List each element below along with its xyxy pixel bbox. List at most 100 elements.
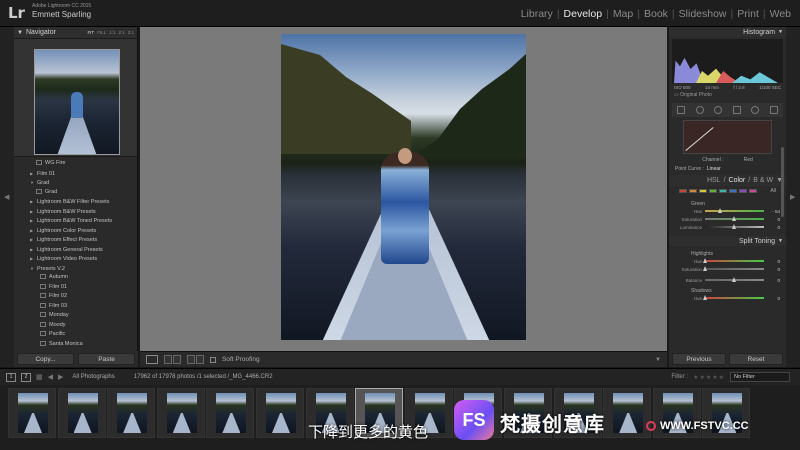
graduated-filter-icon[interactable] [732, 106, 741, 114]
preset-item[interactable]: Film 01 [14, 283, 137, 293]
paste-button[interactable]: Paste [78, 353, 135, 365]
slider-hue[interactable]: Hue 0 [675, 257, 780, 265]
tab-hsl[interactable]: HSL [707, 177, 721, 184]
filmstrip-thumbnail[interactable] [57, 388, 106, 438]
reset-button[interactable]: Reset [729, 353, 783, 365]
zoom-2-1[interactable]: 2:1 [118, 30, 124, 35]
zoom-3-1[interactable]: 3:1 [128, 30, 134, 35]
slider-value[interactable]: - 54 [764, 209, 780, 214]
preset-item[interactable]: Pacific [14, 330, 137, 340]
preset-item[interactable]: Santa Monica [14, 340, 137, 350]
filmstrip-thumbnail[interactable] [8, 388, 56, 438]
module-slideshow[interactable]: Slideshow [676, 8, 730, 20]
loupe-view-icon[interactable] [146, 355, 158, 364]
main-photo[interactable] [281, 34, 526, 340]
module-print[interactable]: Print [734, 8, 762, 20]
preset-folder[interactable]: ▶ Lightroom B&W Presets [14, 207, 137, 217]
histogram[interactable] [672, 39, 783, 83]
navigator-preview[interactable] [14, 39, 137, 157]
zoom-fit[interactable]: FIT [87, 30, 94, 35]
module-develop[interactable]: Develop [561, 8, 606, 20]
collapsed-triangle-icon[interactable]: ▶ [30, 197, 37, 207]
slider-thumb[interactable] [702, 266, 707, 271]
preset-item[interactable]: Film 02 [14, 292, 137, 302]
copy-settings-icon[interactable] [187, 355, 195, 364]
before-after-left-right-icon[interactable] [164, 355, 172, 364]
color-swatch[interactable] [729, 189, 737, 193]
slider-track[interactable] [702, 295, 764, 300]
color-swatch[interactable] [719, 189, 727, 193]
preset-folder[interactable]: ▼ Grad [14, 178, 137, 188]
photo-count[interactable]: 17962 of 17978 photos /1 selected /_MG_4… [134, 374, 273, 380]
color-swatch[interactable] [689, 189, 697, 193]
collapsed-triangle-icon[interactable]: ▶ [30, 235, 37, 245]
filmstrip-thumbnail[interactable] [206, 388, 255, 438]
zoom-fill[interactable]: FILL [97, 30, 106, 35]
slider-value[interactable]: 0 [764, 267, 780, 272]
slider-thumb[interactable] [732, 224, 736, 229]
right-panel-toggle[interactable]: ▶ [786, 27, 800, 367]
main-window-button[interactable]: 1 [6, 372, 16, 382]
split-toning-header[interactable]: Split Toning ▼ [669, 236, 786, 246]
color-swatch[interactable] [699, 189, 707, 193]
before-after-options-icon[interactable] [173, 355, 181, 364]
collapsed-triangle-icon[interactable]: ▶ [30, 254, 37, 264]
slider-track[interactable] [702, 258, 764, 263]
radial-filter-icon[interactable] [751, 106, 760, 114]
left-panel-toggle[interactable]: ◀ [0, 27, 14, 367]
slider-thumb[interactable] [732, 216, 736, 221]
preset-folder[interactable]: ▶ Lightroom B&W Toned Presets [14, 216, 137, 226]
crop-icon[interactable] [677, 106, 686, 114]
module-book[interactable]: Book [641, 8, 671, 20]
right-panel-scrollbar[interactable] [781, 147, 784, 217]
swap-settings-icon[interactable] [196, 355, 204, 364]
forward-arrow-icon[interactable]: ▶ [58, 373, 63, 381]
preset-item[interactable]: Monday [14, 311, 137, 321]
grid-icon[interactable]: ▦ [36, 373, 43, 381]
slider-saturation[interactable]: Saturation 0 [675, 215, 780, 223]
all-colors-button[interactable]: All [770, 188, 776, 194]
slider-value[interactable]: 0 [764, 225, 780, 230]
soft-proofing-checkbox[interactable] [210, 356, 216, 363]
slider-track[interactable] [705, 216, 764, 221]
module-web[interactable]: Web [767, 8, 794, 20]
collapsed-triangle-icon[interactable]: ▶ [30, 226, 37, 236]
color-swatch[interactable] [679, 189, 687, 193]
preset-folder[interactable]: ▶ Lightroom General Presets [14, 245, 137, 255]
slider-thumb[interactable] [702, 258, 707, 263]
expanded-triangle-icon[interactable]: ▼ [30, 264, 37, 274]
preset-folder[interactable]: ▶ Lightroom Video Presets [14, 254, 137, 264]
slider-track[interactable] [705, 224, 764, 229]
copy-button[interactable]: Copy... [17, 353, 74, 365]
slider-balance[interactable]: Balance 0 [675, 276, 780, 284]
back-arrow-icon[interactable]: ◀ [48, 373, 53, 381]
preset-folder[interactable]: ▶ Lightroom Color Presets [14, 226, 137, 236]
collapsed-triangle-icon[interactable]: ▶ [30, 245, 37, 255]
preset-item[interactable]: Moody [14, 321, 137, 331]
slider-hue[interactable]: Hue - 54 [675, 207, 780, 215]
slider-thumb[interactable] [702, 295, 707, 300]
preset-item[interactable]: Autumn [14, 273, 137, 283]
slider-value[interactable]: 0 [764, 278, 780, 283]
slider-value[interactable]: 0 [764, 217, 780, 222]
slider-hue[interactable]: Hue 0 [675, 294, 780, 302]
point-curve-select[interactable]: Linear [707, 166, 721, 172]
previous-button[interactable]: Previous [672, 353, 726, 365]
slider-value[interactable]: 0 [764, 259, 780, 264]
rating-filter[interactable]: ★★★★★ [693, 374, 725, 381]
filmstrip-thumbnail[interactable] [107, 388, 156, 438]
source-label[interactable]: All Photographs [72, 374, 114, 380]
red-eye-icon[interactable] [714, 106, 723, 114]
preset-item[interactable]: Grad [14, 188, 137, 198]
preset-folder[interactable]: ▶ Film 01 [14, 169, 137, 179]
preset-item[interactable]: Film 03 [14, 302, 137, 312]
filmstrip-thumbnail[interactable] [603, 388, 652, 438]
tab-color[interactable]: Color [729, 177, 746, 184]
slider-track[interactable] [702, 266, 764, 271]
slider-track[interactable] [705, 277, 764, 282]
zoom-1-1[interactable]: 1:1 [109, 30, 115, 35]
second-window-button[interactable]: 2 [21, 372, 31, 382]
module-map[interactable]: Map [610, 8, 636, 20]
collapsed-triangle-icon[interactable]: ▶ [30, 216, 37, 226]
preset-folder[interactable]: ▶ Lightroom B&W Filter Presets [14, 197, 137, 207]
